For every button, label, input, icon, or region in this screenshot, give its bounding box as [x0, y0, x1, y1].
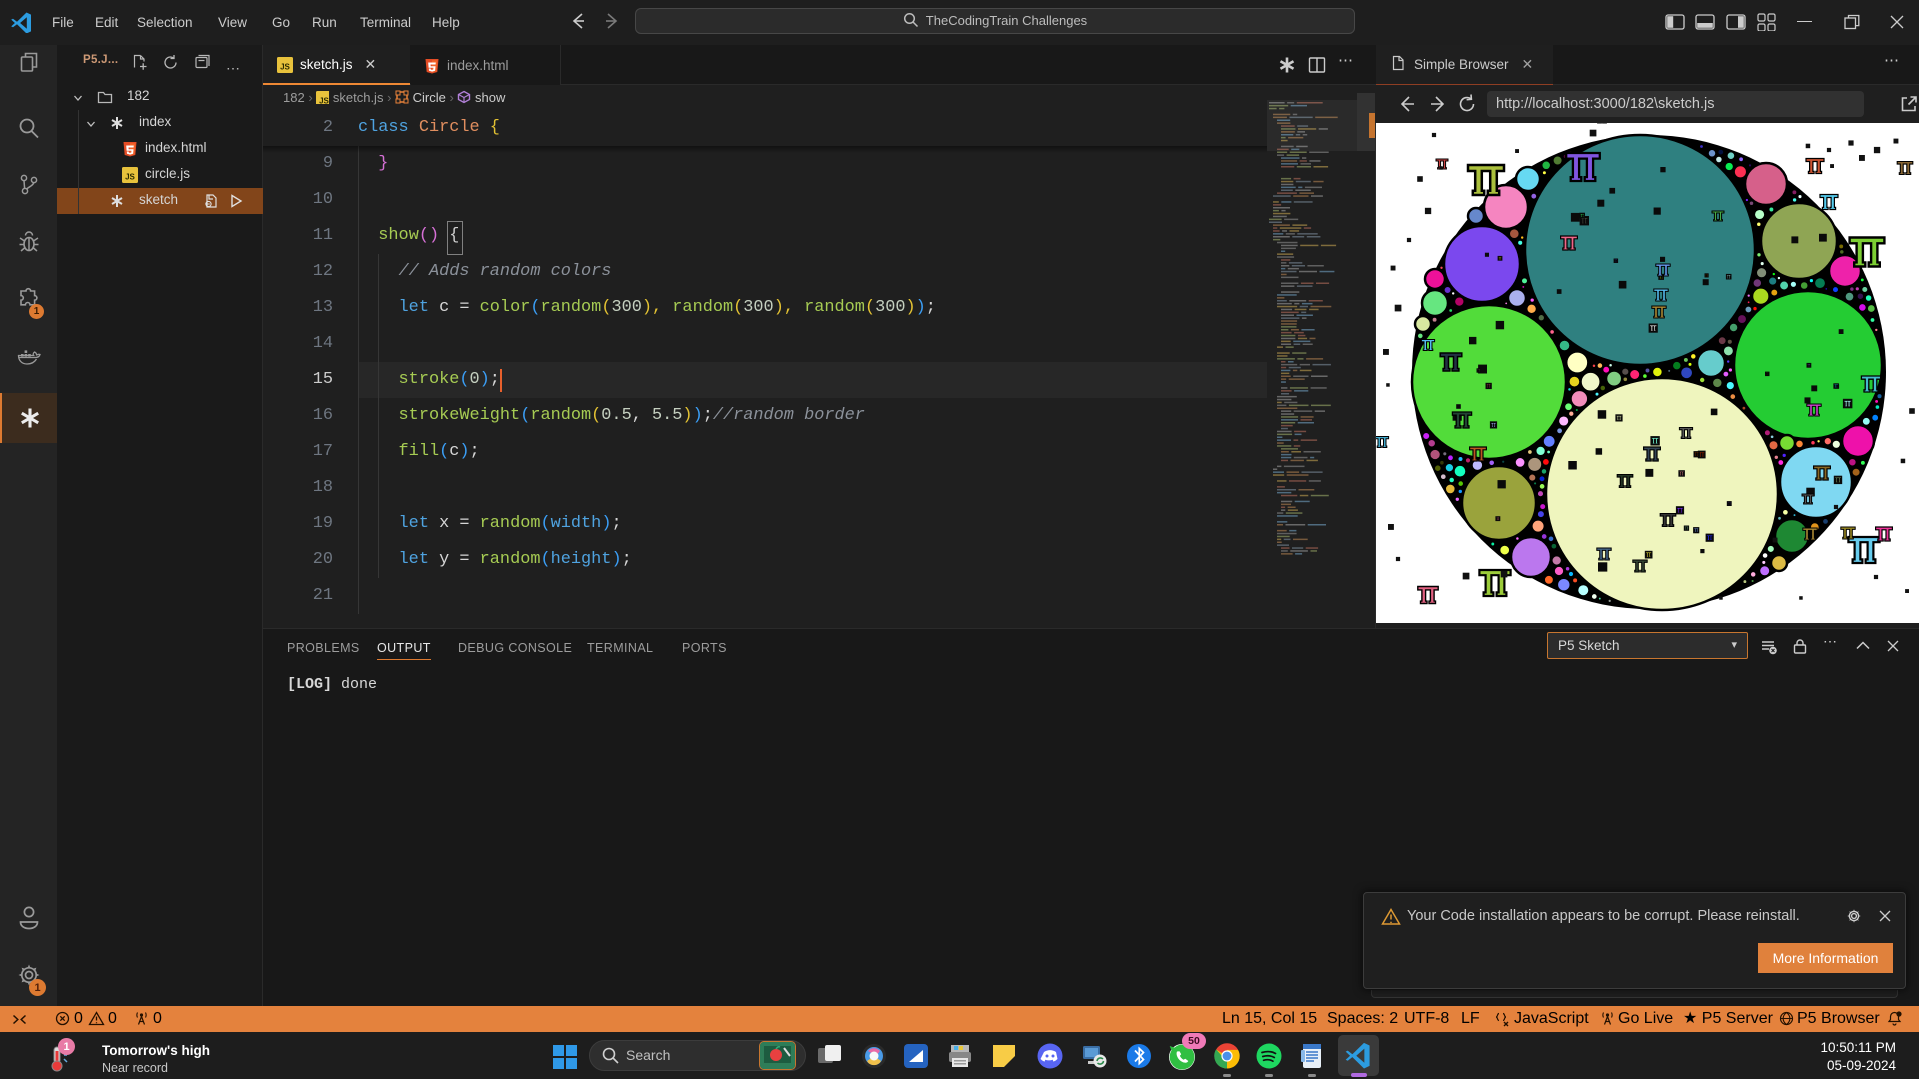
svg-text:JS: JS [125, 173, 135, 182]
svg-text:JS: JS [319, 97, 329, 105]
svg-text:JS: JS [280, 62, 290, 71]
